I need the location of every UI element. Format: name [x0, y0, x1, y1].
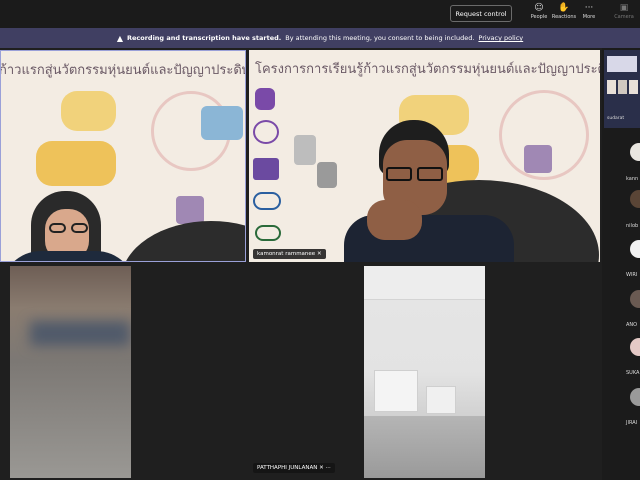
logo-icon	[255, 88, 275, 110]
participant-name-tag: kamonrat rammanee ✕	[253, 249, 326, 259]
avatar-name: nilob	[626, 223, 639, 229]
people-icon: ☺	[534, 3, 544, 13]
small-robot-graphic	[524, 145, 552, 173]
robot-icon	[294, 135, 316, 165]
avatar-name: SUKA	[626, 370, 640, 376]
glasses-icon	[71, 223, 88, 233]
robot-icon	[317, 162, 337, 188]
privacy-policy-link[interactable]: Privacy policy	[478, 34, 523, 42]
people-button[interactable]: ☺ People	[526, 3, 552, 20]
mic-off-icon: ✕	[319, 465, 324, 471]
blurred-background	[30, 321, 130, 346]
video-tile-participant[interactable]	[10, 266, 131, 478]
request-control-button[interactable]: Request control	[450, 5, 512, 22]
slide-title-cropped: ก้าวแรกสู่นวัตกรรมหุ่นยนต์และปัญญาประดิษ…	[0, 63, 246, 78]
more-options-icon[interactable]: ···	[325, 465, 330, 471]
avatar-name: WIRI	[626, 272, 638, 278]
room-ceiling	[364, 266, 485, 300]
more-icon: ···	[584, 3, 594, 13]
mic-off-icon: ✕	[316, 251, 322, 257]
video-tile-screen-share[interactable]: โครงการการเรียนรู้ก้าวแรกสู่นวัตกรรมหุ่น…	[249, 50, 600, 262]
video-tile-presenter[interactable]: ก้าวแรกสู่นวัตกรรมหุ่นยนต์และปัญญาประดิษ…	[0, 50, 246, 262]
thumbnail-tile	[607, 80, 616, 94]
avatar-name: ANO	[626, 322, 638, 328]
slide-title: โครงการการเรียนรู้ก้าวแรกสู่นวัตกรรมหุ่น…	[255, 62, 600, 77]
small-robot-graphic	[176, 196, 204, 224]
recording-banner: ▲ Recording and transcription have start…	[0, 28, 640, 48]
room-chair	[426, 386, 456, 414]
gear-graphic	[201, 106, 243, 140]
camera-button[interactable]: ▣ Camera	[611, 3, 637, 20]
glasses-icon	[417, 167, 443, 181]
logo-icon	[253, 120, 279, 144]
thumbnail-slide	[607, 56, 637, 72]
more-button[interactable]: ··· More	[576, 3, 602, 20]
top-toolbar: Request control ☺ People ✋ Reactions ···…	[0, 0, 640, 28]
participant-name-tag: PATTHAPHI JUNLANAN ✕ ···	[253, 463, 335, 473]
robot-graphic	[36, 141, 116, 186]
logo-icon	[255, 225, 281, 241]
room-wall-panel	[374, 370, 418, 412]
person-shirt	[1, 251, 136, 261]
reactions-button[interactable]: ✋ Reactions	[551, 3, 577, 20]
thumbnail-tile	[629, 80, 638, 94]
thumbnail-label: sudarat	[607, 116, 625, 121]
banner-text: By attending this meeting, you consent t…	[285, 34, 475, 42]
rail-screen-thumbnail[interactable]: sudarat	[604, 50, 640, 128]
logo-icon	[253, 192, 281, 210]
glasses-icon	[386, 167, 412, 181]
room-floor	[364, 416, 485, 478]
camera-icon: ▣	[619, 3, 629, 13]
banner-bold-text: Recording and transcription have started…	[126, 34, 282, 42]
logo-icon	[253, 158, 279, 180]
avatar-name: JIRAI	[626, 420, 638, 426]
warning-icon: ▲	[116, 33, 123, 43]
glasses-icon	[49, 223, 66, 233]
robot-graphic-head	[61, 91, 116, 131]
person-hand	[367, 200, 422, 240]
avatar-name: kann	[626, 176, 639, 182]
reactions-icon: ✋	[558, 3, 570, 13]
thumbnail-tile	[618, 80, 627, 94]
participant-rail: sudarat	[602, 48, 640, 480]
globe-graphic	[121, 221, 245, 261]
video-tile-participant-room[interactable]	[364, 266, 485, 478]
